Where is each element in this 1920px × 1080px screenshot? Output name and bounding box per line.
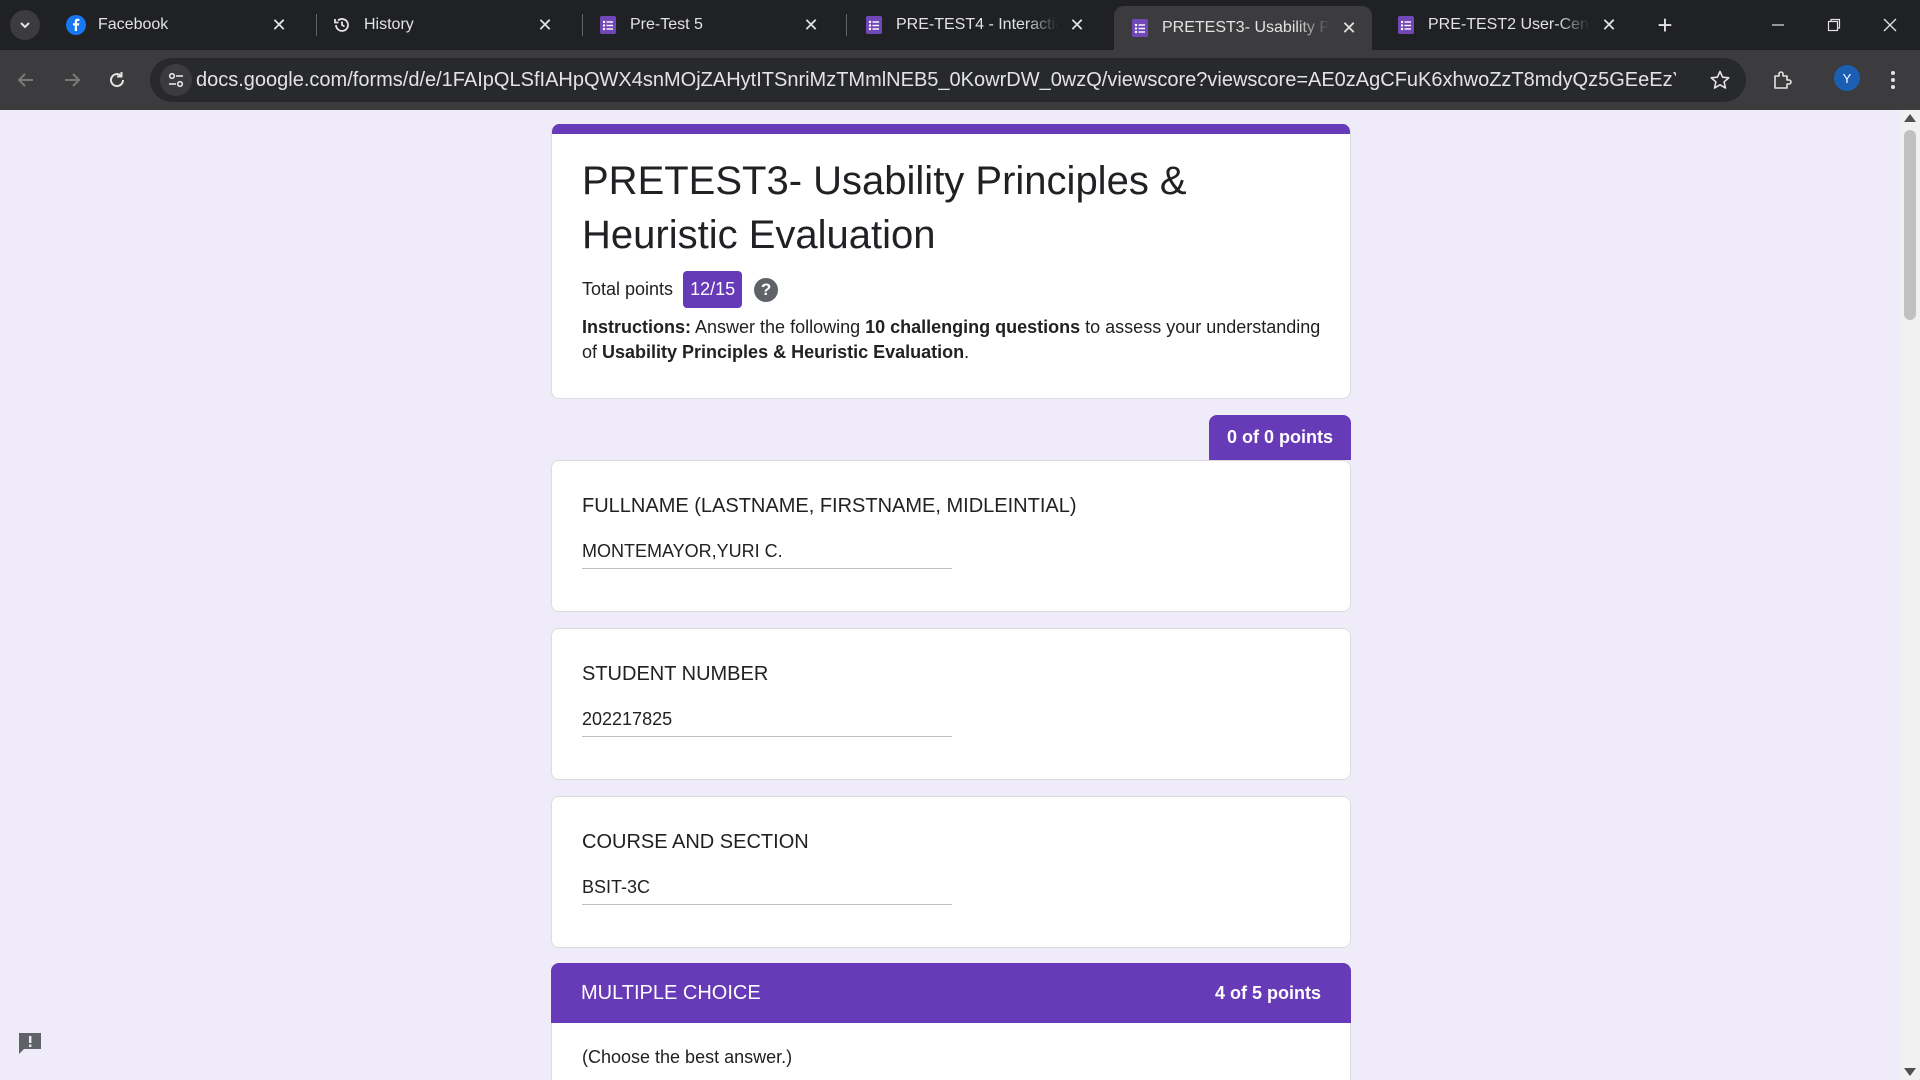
google-forms-icon	[598, 15, 618, 35]
tab-title: PRE-TEST4 - Interaction De	[896, 16, 1058, 33]
browser-tab-strip: Facebook ✕ History ✕ Pre-Test 5 ✕ PRE-TE…	[0, 0, 1920, 50]
close-icon	[1883, 18, 1897, 32]
scroll-up-arrow[interactable]	[1904, 114, 1916, 122]
google-forms-icon	[1396, 15, 1416, 35]
tab-history[interactable]: History ✕	[316, 0, 568, 50]
more-vert-icon	[1891, 71, 1895, 89]
profile-avatar[interactable]: Y	[1834, 65, 1860, 91]
question-card: COURSE AND SECTION BSIT-3C	[551, 796, 1351, 948]
question-title: COURSE AND SECTION	[582, 831, 809, 853]
tab-facebook[interactable]: Facebook ✕	[50, 0, 302, 50]
score-badge: 12/15	[683, 271, 743, 308]
tab-pre-test-5[interactable]: Pre-Test 5 ✕	[582, 0, 834, 50]
forward-button[interactable]	[56, 64, 88, 96]
chevron-down-icon	[20, 22, 30, 29]
section-title: MULTIPLE CHOICE	[581, 982, 761, 1004]
close-icon[interactable]: ✕	[534, 14, 556, 36]
instructions-text: .	[964, 342, 970, 362]
browser-menu-button[interactable]	[1880, 64, 1906, 96]
tab-title: PRETEST3- Usability Princip	[1162, 19, 1330, 36]
feedback-icon	[19, 1033, 41, 1054]
tab-pre-test4[interactable]: PRE-TEST4 - Interaction De ✕	[848, 0, 1100, 50]
section-description-card: (Choose the best answer.)	[551, 1023, 1351, 1080]
minimize-icon	[1772, 24, 1784, 26]
feedback-button[interactable]	[16, 1030, 44, 1056]
new-tab-button[interactable]: +	[1650, 10, 1680, 40]
close-icon[interactable]: ✕	[268, 14, 290, 36]
reload-button[interactable]	[101, 64, 133, 96]
facebook-icon	[66, 15, 86, 35]
instructions-bold: Usability Principles & Heuristic Evaluat…	[602, 342, 965, 362]
answer-text: MONTEMAYOR,YURI C.	[582, 541, 952, 569]
close-icon[interactable]: ✕	[1066, 14, 1088, 36]
close-icon[interactable]: ✕	[1598, 14, 1620, 36]
question-title: FULLNAME (LASTNAME, FIRSTNAME, MIDLEINTI…	[582, 495, 1077, 517]
address-bar[interactable]: docs.google.com/forms/d/e/1FAIpQLSfIAHpQ…	[150, 58, 1746, 102]
close-icon[interactable]: ✕	[800, 14, 822, 36]
form-header-card: PRETEST3- Usability Principles & Heurist…	[551, 124, 1351, 399]
google-forms-icon	[1130, 18, 1150, 38]
puzzle-icon	[1774, 71, 1792, 89]
arrow-left-icon	[17, 73, 33, 87]
section-points-tab: 0 of 0 points	[1209, 415, 1351, 460]
help-icon[interactable]: ?	[754, 277, 779, 302]
tab-title: Facebook	[98, 16, 169, 33]
answer-text: 202217825	[582, 709, 952, 737]
scroll-thumb[interactable]	[1904, 130, 1916, 320]
tab-pretest3-active[interactable]: PRETEST3- Usability Princip ✕	[1114, 6, 1372, 50]
close-icon[interactable]: ✕	[1338, 17, 1360, 39]
question-card: STUDENT NUMBER 202217825	[551, 628, 1351, 780]
tab-search-button[interactable]	[10, 10, 40, 40]
bookmark-star-icon[interactable]	[1708, 68, 1732, 92]
form-accent-bar	[552, 124, 1350, 134]
form-title: PRETEST3- Usability Principles & Heurist…	[582, 159, 1187, 257]
extensions-button[interactable]	[1766, 64, 1798, 96]
section-header: MULTIPLE CHOICE 4 of 5 points	[551, 963, 1351, 1023]
instructions-bold: 10 challenging questions	[865, 317, 1081, 337]
question-title: STUDENT NUMBER	[582, 663, 769, 685]
restore-button[interactable]	[1806, 0, 1862, 50]
arrow-right-icon	[65, 73, 81, 87]
tab-title: PRE-TEST2 User-Centered	[1428, 16, 1590, 33]
browser-toolbar: docs.google.com/forms/d/e/1FAIpQLSfIAHpQ…	[0, 50, 1920, 110]
total-points-row: Total points 12/15 ?	[582, 271, 779, 308]
section-points: 4 of 5 points	[1214, 983, 1321, 1003]
google-forms-icon	[864, 15, 884, 35]
tab-title: History	[364, 16, 414, 33]
back-button[interactable]	[10, 64, 42, 96]
minimize-button[interactable]	[1750, 0, 1806, 50]
page-viewport: PRETEST3- Usability Principles & Heurist…	[0, 110, 1900, 1080]
restore-icon	[1827, 18, 1841, 32]
reload-icon	[110, 72, 125, 88]
tab-pre-test2[interactable]: PRE-TEST2 User-Centered ✕	[1380, 0, 1632, 50]
scroll-down-arrow[interactable]	[1904, 1068, 1916, 1076]
form-instructions: Instructions: Answer the following 10 ch…	[582, 315, 1327, 365]
tab-title: Pre-Test 5	[630, 16, 703, 33]
site-info-icon[interactable]	[160, 64, 192, 96]
total-points-label: Total points	[582, 279, 674, 299]
url-text[interactable]: docs.google.com/forms/d/e/1FAIpQLSfIAHpQ…	[196, 58, 1676, 102]
question-card: FULLNAME (LASTNAME, FIRSTNAME, MIDLEINTI…	[551, 460, 1351, 612]
instructions-text: Answer the following	[691, 317, 866, 337]
section-description: (Choose the best answer.)	[582, 1047, 793, 1067]
page-scrollbar[interactable]	[1900, 110, 1920, 1080]
history-icon	[332, 15, 352, 35]
instructions-label: Instructions:	[582, 317, 692, 337]
answer-text: BSIT-3C	[582, 877, 952, 905]
tab-separator	[846, 14, 847, 36]
window-close-button[interactable]	[1862, 0, 1918, 50]
